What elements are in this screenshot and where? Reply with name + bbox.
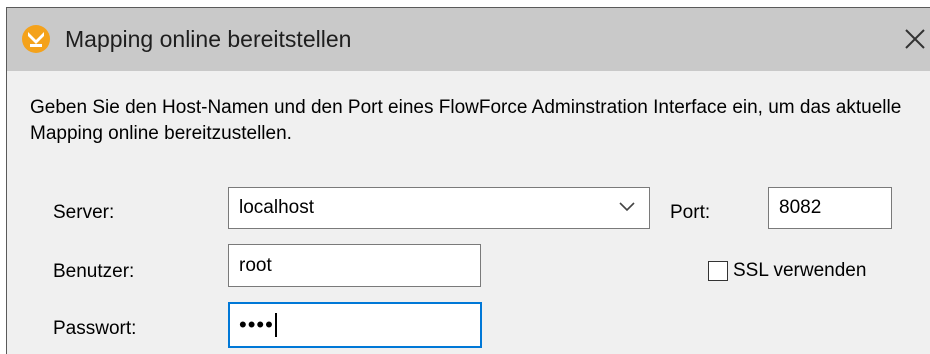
user-value: root [239,254,272,276]
close-button[interactable] [900,21,930,57]
chevron-down-icon[interactable] [619,202,635,212]
close-icon [905,29,925,49]
port-label: Port: [670,202,711,223]
port-value: 8082 [779,197,822,218]
description-text: Geben Sie den Host-Namen und den Port ei… [30,97,902,144]
ssl-checkbox[interactable] [708,261,728,281]
password-label: Passwort: [53,318,137,339]
title-bar[interactable]: Mapping online bereitstellen [7,8,930,71]
server-combobox[interactable]: localhost [228,187,650,229]
user-field[interactable]: root [228,244,481,287]
server-value: localhost [239,197,314,218]
user-label: Benutzer: [53,261,135,282]
mapforce-app-icon [22,25,50,53]
password-field[interactable]: •••• [228,302,482,348]
ssl-label[interactable]: SSL verwenden [733,259,866,283]
server-label: Server: [53,202,115,223]
dialog-title: Mapping online bereitstellen [65,26,352,52]
port-field[interactable]: 8082 [768,187,892,229]
text-caret [274,313,277,337]
deploy-mapping-dialog: Mapping online bereitstellen Geben Sie d… [6,7,930,354]
password-value: •••• [239,312,274,337]
